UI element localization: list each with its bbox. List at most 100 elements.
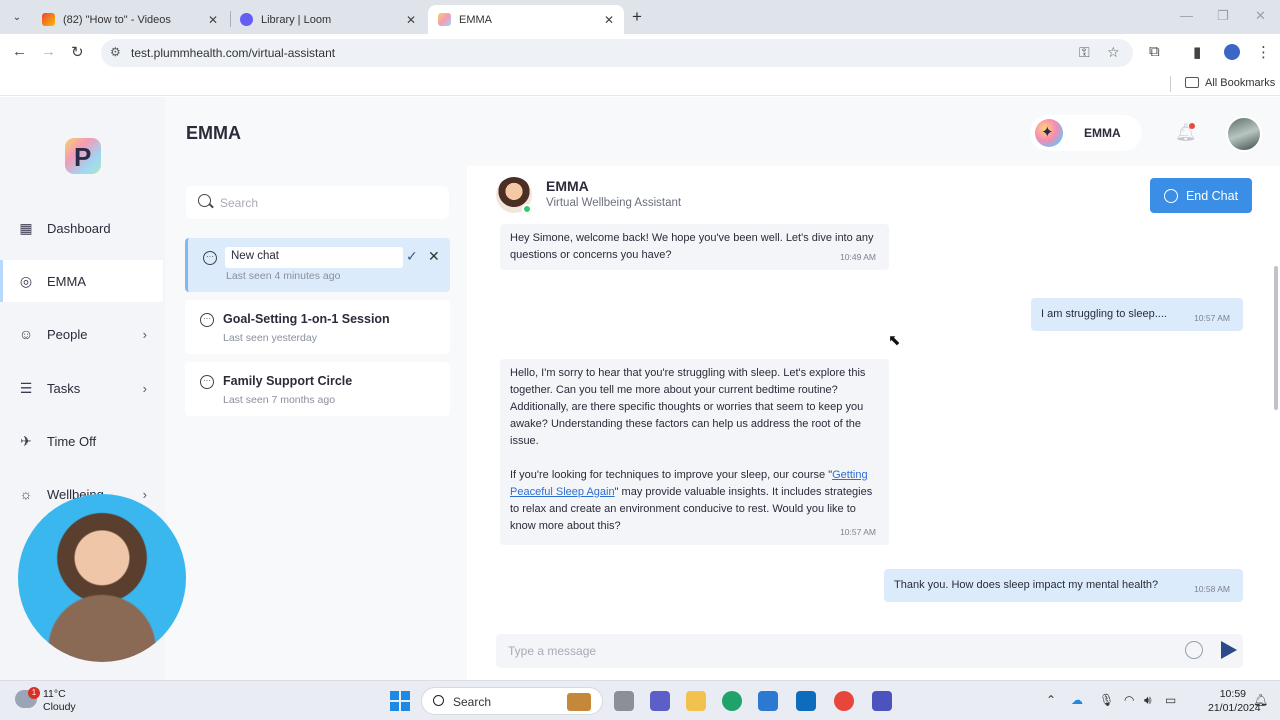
reload-icon[interactable]: ↻ (71, 43, 84, 61)
back-icon[interactable]: ← (12, 43, 27, 60)
close-tab-icon[interactable]: ✕ (208, 13, 218, 27)
outlook-icon[interactable] (796, 691, 816, 711)
bot-message: Hello, I'm sorry to hear that you're str… (500, 359, 889, 545)
sidebar-item-time-off[interactable]: ✈ Time Off (0, 420, 163, 462)
chat-last-seen: Last seen yesterday (223, 332, 317, 344)
onedrive-icon[interactable]: ☁ (1071, 693, 1083, 707)
wifi-icon[interactable]: ◠ (1124, 693, 1134, 707)
bookmarks-bar: All Bookmarks (0, 72, 1280, 96)
app-shell: P ▦ Dashboard ◎ EMMA ☺ People › ☰ Tasks … (0, 97, 1280, 680)
plumm-logo[interactable]: P (65, 138, 101, 174)
bookmarks-divider (1170, 76, 1171, 92)
sidebar-item-dashboard[interactable]: ▦ Dashboard (0, 207, 163, 249)
sidebar-item-emma[interactable]: ◎ EMMA (0, 260, 163, 302)
end-chat-label: End Chat (1185, 188, 1239, 203)
teams-new-icon[interactable] (872, 691, 892, 711)
sidebar-item-people[interactable]: ☺ People › (0, 313, 163, 355)
confirm-check-icon[interactable]: ✓ (406, 248, 418, 265)
browser-tab-bar: ⌄ (82) "How to" - Videos ✕ Library | Loo… (0, 0, 1280, 34)
key-icon[interactable]: ⚿ (1079, 44, 1090, 61)
clock-date: 21/01/2024 (1208, 702, 1261, 714)
bot-role: Virtual Wellbeing Assistant (546, 197, 682, 209)
side-panel-icon[interactable]: ▮ (1193, 43, 1201, 61)
tray-chevron-up-icon[interactable]: ⌃ (1046, 693, 1056, 707)
message-time: 10:57 AM (840, 527, 876, 537)
chrome-icon[interactable] (834, 691, 854, 711)
url-text: test.plummhealth.com/virtual-assistant (131, 46, 336, 60)
assistant-switcher[interactable]: ✦ EMMA (1030, 115, 1142, 151)
store-icon[interactable] (758, 691, 778, 711)
chat-list-item[interactable]: ··· Goal-Setting 1-on-1 Session Last see… (185, 300, 450, 354)
emoji-icon[interactable] (1185, 641, 1203, 659)
chat-bubble-icon: ··· (203, 251, 217, 265)
chat-search-input[interactable]: Search (186, 186, 449, 219)
site-settings-icon[interactable]: ⚙ (110, 45, 121, 59)
chevron-right-icon: › (142, 486, 147, 502)
url-bar[interactable]: ⚙ test.plummhealth.com/virtual-assistant… (101, 39, 1133, 67)
browser-tab-active[interactable]: EMMA ✕ (428, 5, 624, 34)
bookmark-star-icon[interactable]: ☆ (1107, 44, 1120, 61)
sidebar-item-label: Tasks (47, 380, 81, 396)
sidebar-item-label: EMMA (47, 273, 86, 289)
browser-menu-icon[interactable]: ⋮ (1256, 43, 1271, 61)
webcam-overlay (18, 494, 186, 662)
close-tab-icon[interactable]: ✕ (406, 13, 416, 27)
file-explorer-icon[interactable] (686, 691, 706, 711)
send-icon[interactable] (1221, 641, 1237, 659)
task-view-icon[interactable] (614, 691, 634, 711)
close-window-icon[interactable]: ✕ (1255, 8, 1266, 24)
address-bar-row: ← → ↻ ⚙ test.plummhealth.com/virtual-ass… (0, 34, 1280, 72)
volume-icon[interactable]: 🔊︎ (1144, 693, 1152, 708)
message-paragraph: If you're looking for techniques to impr… (510, 467, 879, 535)
new-tab-icon[interactable]: + (632, 7, 642, 27)
tab-search-chevron-icon[interactable]: ⌄ (6, 7, 28, 27)
end-chat-button[interactable]: End Chat (1150, 178, 1252, 213)
user-avatar[interactable] (1226, 116, 1262, 152)
weather-temperature[interactable]: 11°C (43, 688, 66, 700)
tab-title: Library | Loom (261, 13, 332, 26)
windows-start-icon[interactable] (390, 691, 410, 711)
message-input[interactable]: Type a message (496, 634, 1243, 668)
microphone-icon[interactable]: 🎙︎ (1099, 693, 1114, 707)
battery-icon[interactable]: ▭ (1165, 693, 1176, 707)
maximize-icon[interactable]: ❐ (1217, 8, 1229, 24)
close-tab-icon[interactable]: ✕ (604, 13, 614, 27)
chat-scrollbar[interactable] (1274, 266, 1278, 410)
forward-icon[interactable]: → (41, 43, 56, 60)
browser-tab[interactable]: (82) "How to" - Videos ✕ (32, 5, 228, 34)
teams-icon[interactable] (650, 691, 670, 711)
message-text: I am struggling to sleep.... (1041, 308, 1167, 320)
taskbar-search-label: Search (453, 695, 492, 709)
message-paragraph: Hello, I'm sorry to hear that you're str… (510, 367, 866, 447)
extensions-icon[interactable]: ⧉ (1149, 43, 1160, 60)
chat-title: Goal-Setting 1-on-1 Session (223, 312, 390, 326)
search-icon (198, 194, 211, 207)
grid-icon: ▦ (19, 219, 33, 236)
notification-bell-icon[interactable]: 🔔︎ (1253, 693, 1268, 707)
browser-tab[interactable]: Library | Loom ✕ (230, 5, 426, 34)
profile-icon[interactable] (1224, 44, 1240, 60)
message-time: 10:49 AM (840, 252, 876, 262)
system-clock[interactable]: 10:59 21/01/2024 (1208, 687, 1261, 715)
loom-favicon-icon (240, 13, 253, 26)
chevron-right-icon: › (142, 380, 147, 396)
rename-chat-input[interactable]: New chat (225, 247, 403, 268)
people-icon: ☺ (18, 326, 34, 342)
sidebar-item-tasks[interactable]: ☰ Tasks › (0, 367, 163, 409)
bot-message: Hey Simone, welcome back! We hope you've… (500, 224, 889, 270)
cancel-x-icon[interactable]: ✕ (428, 248, 440, 265)
minimize-icon[interactable]: — (1180, 8, 1193, 23)
message-text: If you're looking for techniques to impr… (510, 469, 833, 481)
weather-condition[interactable]: Cloudy (43, 701, 76, 713)
sparkle-icon: ✦ (1035, 119, 1063, 147)
folder-icon[interactable] (1185, 77, 1199, 88)
chevron-right-icon: › (142, 326, 147, 342)
sun-icon: ☼ (19, 486, 33, 502)
edge-icon[interactable] (722, 691, 742, 711)
message-list[interactable]: Hey Simone, welcome back! We hope you've… (467, 224, 1267, 609)
all-bookmarks-link[interactable]: All Bookmarks (1205, 77, 1275, 89)
chat-list-item[interactable]: ··· Family Support Circle Last seen 7 mo… (185, 362, 450, 416)
chat-list-item-active[interactable]: ··· New chat ✓ ✕ Last seen 4 minutes ago (185, 238, 450, 292)
chat-bubble-icon: ··· (200, 375, 214, 389)
taskbar-search[interactable]: Search (421, 687, 603, 715)
